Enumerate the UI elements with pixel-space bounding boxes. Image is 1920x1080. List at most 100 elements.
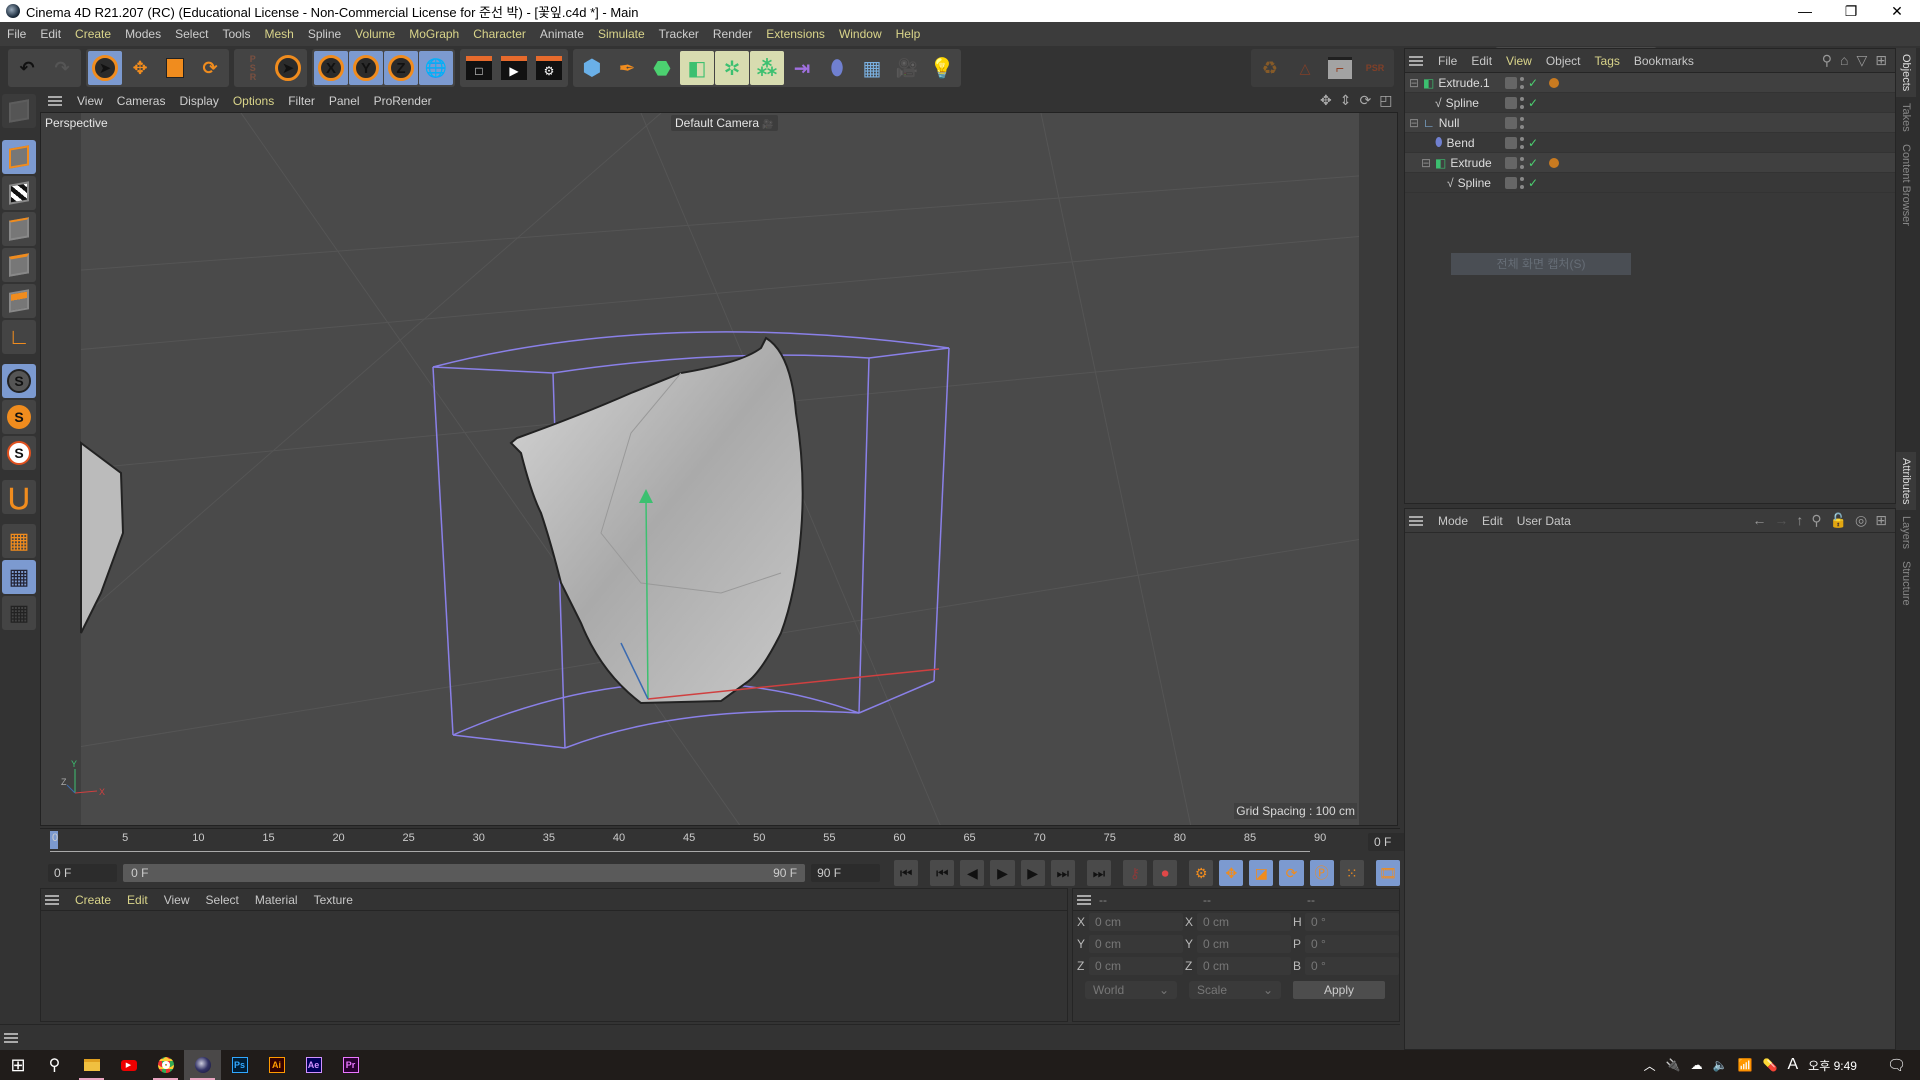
menu-character[interactable]: Character bbox=[466, 27, 533, 41]
z-axis-button[interactable]: Z bbox=[384, 51, 418, 85]
tab-takes[interactable]: Takes bbox=[1896, 97, 1916, 138]
viewport-menu-display[interactable]: Display bbox=[172, 94, 225, 108]
hamburger-icon[interactable] bbox=[48, 96, 62, 106]
minimize-button[interactable]: — bbox=[1782, 0, 1828, 22]
snap-off-icon[interactable]: S bbox=[2, 364, 36, 398]
dolly-icon[interactable]: ⇕ bbox=[1340, 92, 1352, 109]
menu-help[interactable]: Help bbox=[889, 27, 928, 41]
go-to-end-icon[interactable]: ⏭ bbox=[1086, 860, 1111, 886]
volume-icon[interactable]: 🔈 bbox=[1713, 1058, 1728, 1072]
x-axis-button[interactable]: X bbox=[314, 51, 348, 85]
menu-window[interactable]: Window bbox=[832, 27, 889, 41]
locked-workplane-icon[interactable]: ▦ bbox=[2, 560, 36, 594]
coordinate-space-dropdown[interactable]: World ⌄ bbox=[1085, 981, 1177, 999]
cloner-icon[interactable]: ✲ bbox=[715, 51, 749, 85]
triangle-icon[interactable]: △ bbox=[1288, 51, 1322, 85]
texture-mode-icon[interactable] bbox=[2, 176, 36, 210]
material-menu-select[interactable]: Select bbox=[198, 893, 247, 907]
phong-tag-icon[interactable] bbox=[1549, 77, 1560, 88]
photoshop-button[interactable]: Ps bbox=[221, 1050, 258, 1080]
illustrator-button[interactable]: Ai bbox=[258, 1050, 295, 1080]
phong-tag-icon[interactable] bbox=[1549, 157, 1560, 168]
live-selection-button[interactable]: ➤ bbox=[88, 51, 122, 85]
make-editable-icon[interactable] bbox=[2, 94, 36, 128]
polygons-mode-icon[interactable] bbox=[2, 284, 36, 318]
start-frame-field[interactable]: 0 F bbox=[48, 864, 118, 882]
file-explorer-button[interactable] bbox=[73, 1050, 110, 1080]
orbit-icon[interactable]: ⟳ bbox=[1359, 92, 1371, 109]
end-frame-field[interactable]: 90 F bbox=[811, 864, 881, 882]
premiere-button[interactable]: Pr bbox=[332, 1050, 369, 1080]
edit-layer-icon[interactable] bbox=[1505, 156, 1517, 169]
viewport-menu-options[interactable]: Options bbox=[226, 94, 281, 108]
menu-mograph[interactable]: MoGraph bbox=[402, 27, 466, 41]
floor-icon[interactable]: ▦ bbox=[855, 51, 889, 85]
snap-icon[interactable]: S bbox=[2, 400, 36, 434]
menu-simulate[interactable]: Simulate bbox=[591, 27, 652, 41]
rotation-h-field[interactable]: 0 ° bbox=[1305, 913, 1399, 931]
menu-modes[interactable]: Modes bbox=[118, 27, 168, 41]
after-effects-button[interactable]: Ae bbox=[295, 1050, 332, 1080]
viewport-menu-cameras[interactable]: Cameras bbox=[110, 94, 173, 108]
cube-icon[interactable]: ⬢ bbox=[575, 51, 609, 85]
menu-volume[interactable]: Volume bbox=[348, 27, 402, 41]
menu-edit[interactable]: Edit bbox=[33, 27, 68, 41]
key-parameter-icon[interactable]: Ⓟ bbox=[1309, 860, 1334, 886]
pen-icon[interactable]: ✒ bbox=[610, 51, 644, 85]
move-tool-icon[interactable]: ✥ bbox=[123, 51, 157, 85]
menu-render[interactable]: Render bbox=[706, 27, 759, 41]
collapse-icon[interactable]: ⊟ bbox=[1421, 156, 1431, 170]
enabled-check-icon[interactable]: ✓ bbox=[1528, 96, 1538, 110]
search-icon[interactable]: ⚲ bbox=[1811, 512, 1821, 529]
workplane-grid-icon[interactable]: ▦ bbox=[2, 524, 36, 558]
magnet-icon[interactable]: ⋃ bbox=[2, 480, 36, 514]
edit-layer-icon[interactable] bbox=[1505, 136, 1517, 149]
viewport-menu-prorender[interactable]: ProRender bbox=[367, 94, 439, 108]
light-icon[interactable]: 💡 bbox=[925, 51, 959, 85]
youtube-button[interactable]: ▶ bbox=[110, 1050, 147, 1080]
menu-create[interactable]: Create bbox=[68, 27, 118, 41]
frame-range-slider[interactable]: 0 F 90 F bbox=[123, 864, 806, 882]
attribute-menu-edit[interactable]: Edit bbox=[1475, 514, 1510, 528]
position-z-field[interactable]: 0 cm bbox=[1089, 957, 1183, 975]
next-key-icon[interactable]: ⏭ bbox=[1050, 860, 1075, 886]
render-picture-viewer-button[interactable]: ▶ bbox=[497, 51, 531, 85]
rotation-p-field[interactable]: 0 ° bbox=[1305, 935, 1399, 953]
close-button[interactable]: ✕ bbox=[1874, 0, 1920, 22]
size-z-field[interactable]: 0 cm bbox=[1197, 957, 1291, 975]
object-row[interactable]: ⬮ Bend ✓ bbox=[1405, 133, 1895, 153]
play-icon[interactable]: ▶ bbox=[990, 860, 1015, 886]
deformer-icon[interactable]: ⇥ bbox=[785, 51, 819, 85]
enabled-check-icon[interactable]: ✓ bbox=[1528, 76, 1538, 90]
hamburger-icon[interactable] bbox=[1077, 894, 1091, 905]
up-arrow-icon[interactable]: ↑ bbox=[1796, 512, 1803, 529]
visibility-dots-icon[interactable] bbox=[1520, 76, 1525, 89]
material-menu-texture[interactable]: Texture bbox=[306, 893, 361, 907]
material-menu-edit[interactable]: Edit bbox=[119, 893, 156, 907]
object-row[interactable]: ⊟ ◧ Extrude.1 ✓ bbox=[1405, 73, 1895, 93]
hamburger-icon[interactable] bbox=[1409, 55, 1423, 66]
menu-extensions[interactable]: Extensions bbox=[759, 27, 832, 41]
onedrive-icon[interactable]: ☁ bbox=[1691, 1058, 1703, 1072]
home-icon[interactable]: ⌂ bbox=[1840, 52, 1848, 69]
object-row[interactable]: √ Spline ✓ bbox=[1405, 93, 1895, 113]
menu-file[interactable]: File bbox=[0, 27, 33, 41]
bend-icon[interactable]: ⬮ bbox=[820, 51, 854, 85]
object-menu-view[interactable]: View bbox=[1499, 54, 1539, 68]
object-menu-tags[interactable]: Tags bbox=[1588, 54, 1627, 68]
camera-icon[interactable]: 🎥 bbox=[890, 51, 924, 85]
search-icon[interactable]: ⚲ bbox=[1822, 52, 1832, 69]
start-button[interactable]: ⊞ bbox=[0, 1050, 36, 1080]
battery-icon[interactable]: 🔌 bbox=[1666, 1058, 1681, 1072]
visibility-dots-icon[interactable] bbox=[1520, 96, 1525, 109]
visibility-dots-icon[interactable] bbox=[1520, 156, 1525, 169]
object-menu-file[interactable]: File bbox=[1431, 54, 1464, 68]
render-view-button[interactable]: □ bbox=[462, 51, 496, 85]
keyframe-settings-icon[interactable]: ⚙ bbox=[1189, 860, 1214, 886]
record-keys-icon[interactable]: ⚷ bbox=[1122, 860, 1148, 886]
menu-tools[interactable]: Tools bbox=[215, 27, 257, 41]
menu-select[interactable]: Select bbox=[168, 27, 215, 41]
key-scale-icon[interactable]: ◪ bbox=[1249, 860, 1274, 886]
y-axis-button[interactable]: Y bbox=[349, 51, 383, 85]
apply-button[interactable]: Apply bbox=[1293, 981, 1385, 999]
